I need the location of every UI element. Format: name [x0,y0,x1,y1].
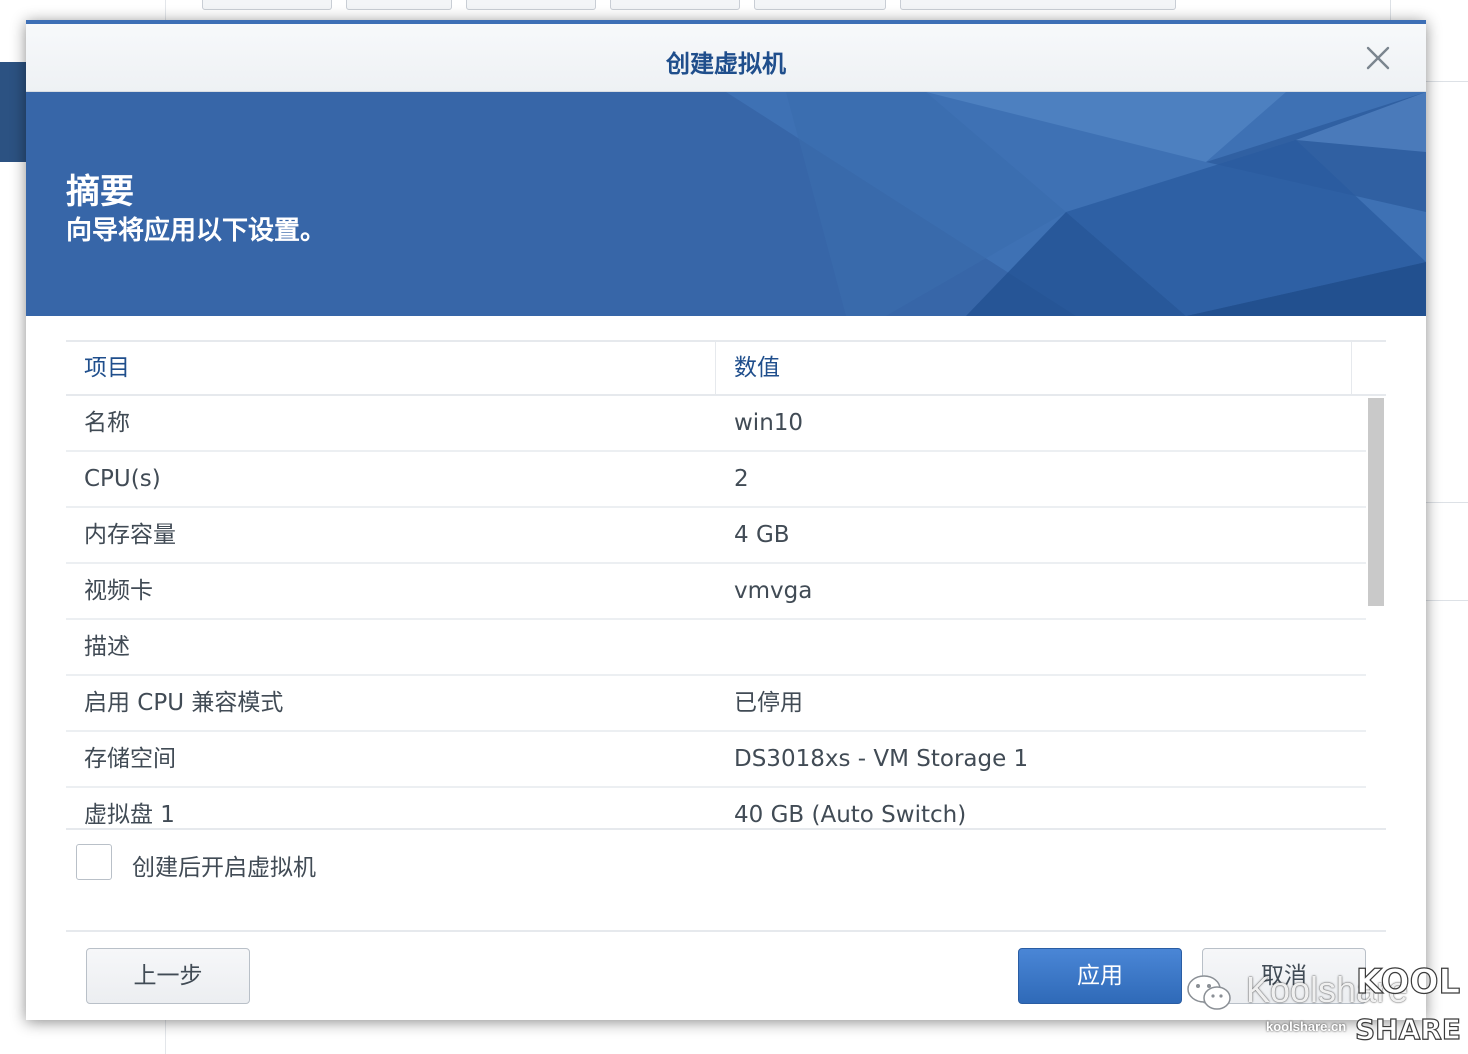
row-value: 4 GB [734,522,790,548]
cancel-button[interactable]: 取消 [1202,948,1366,1004]
row-value: win10 [734,410,804,436]
background-sidebar-accent [0,62,26,162]
background-toolbar-button [900,0,1176,10]
close-icon [1366,46,1390,70]
table-row[interactable]: 描述 [66,620,1366,676]
row-item: 启用 CPU 兼容模式 [84,690,284,716]
create-vm-dialog: 创建虚拟机 摘要 向导将应用以下设置。 项目 数值 名称 win10 CPU(s… [26,20,1426,1020]
column-header-item[interactable]: 项目 [66,342,716,394]
row-value: vmvga [734,578,813,604]
background-divider [1426,600,1468,601]
banner-subtitle: 向导将应用以下设置。 [66,216,327,246]
background-toolbar-button [754,0,886,10]
background-toolbar-button [202,0,332,10]
watermark-url: koolshare.cn [1266,1019,1347,1034]
table-row[interactable]: 虚拟盘 1 40 GB (Auto Switch) [66,788,1366,828]
close-button[interactable] [1362,42,1394,74]
column-header-value[interactable]: 数值 [716,342,1352,394]
row-value [716,620,1366,674]
table-row[interactable]: CPU(s) 2 [66,452,1366,508]
banner-title: 摘要 [66,172,134,212]
row-value: 已停用 [734,690,803,716]
background-toolbar-button [346,0,452,10]
background-toolbar-button [610,0,740,10]
summary-grid: 项目 数值 名称 win10 CPU(s) 2 内存容量 4 GB 视频卡 vm… [66,340,1386,830]
back-button[interactable]: 上一步 [86,948,250,1004]
autostart-label[interactable]: 创建后开启虚拟机 [132,848,316,882]
row-value: 2 [734,466,749,492]
footer-divider [66,930,1386,932]
background-toolbar-button [466,0,596,10]
banner-background-graphic [726,92,1426,316]
background-divider [1426,502,1468,503]
row-value: 40 GB (Auto Switch) [734,802,967,828]
wizard-banner: 摘要 向导将应用以下设置。 [26,92,1426,316]
apply-button[interactable]: 应用 [1018,948,1182,1004]
table-row[interactable]: 内存容量 4 GB [66,508,1366,564]
dialog-title: 创建虚拟机 [666,50,786,78]
row-value: DS3018xs - VM Storage 1 [734,746,1029,772]
grid-body: 名称 win10 CPU(s) 2 内存容量 4 GB 视频卡 vmvga 描述… [66,396,1366,828]
autostart-checkbox[interactable] [76,844,112,880]
table-row[interactable]: 存储空间 DS3018xs - VM Storage 1 [66,732,1366,788]
table-row[interactable]: 名称 win10 [66,396,1366,452]
grid-header: 项目 数值 [66,342,1386,396]
row-item: 虚拟盘 1 [84,802,175,828]
row-item: 存储空间 [84,746,176,772]
table-row[interactable]: 视频卡 vmvga [66,564,1366,620]
row-item: 视频卡 [84,578,153,604]
dialog-titlebar: 创建虚拟机 [26,24,1426,92]
row-item: 内存容量 [84,522,176,548]
row-item: 名称 [84,410,130,436]
table-row[interactable]: 启用 CPU 兼容模式 已停用 [66,676,1366,732]
row-item: 描述 [84,634,130,660]
row-item: CPU(s) [84,466,161,492]
grid-scrollbar-thumb[interactable] [1368,398,1384,606]
